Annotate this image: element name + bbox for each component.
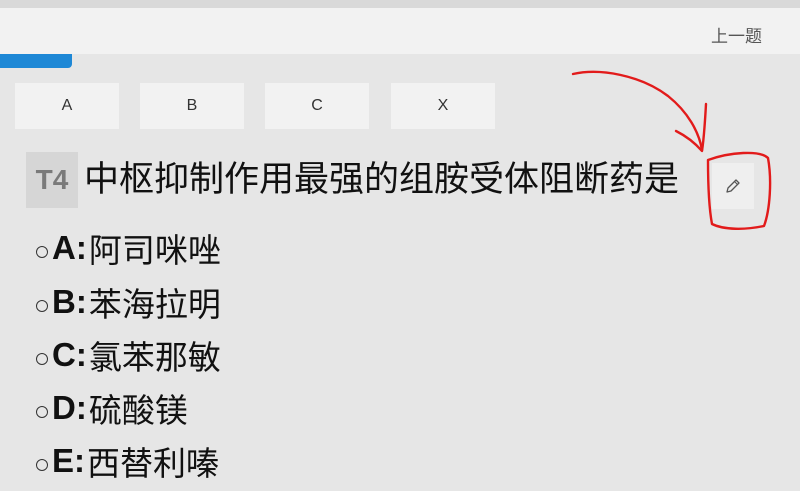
choice-c[interactable]: C: 氯苯那敏 xyxy=(36,331,221,379)
choice-letter: E: xyxy=(52,442,85,479)
radio-circle-icon[interactable] xyxy=(36,246,48,258)
radio-circle-icon[interactable] xyxy=(36,406,48,418)
edit-button[interactable] xyxy=(712,163,754,209)
choice-letter: A: xyxy=(52,229,87,266)
choice-text: 硫酸镁 xyxy=(88,391,188,430)
choice-text: 西替利嗪 xyxy=(87,444,219,483)
option-tab-x[interactable]: X xyxy=(391,83,495,129)
choice-letter: D: xyxy=(52,389,87,426)
option-tab-a[interactable]: A xyxy=(15,83,119,129)
radio-circle-icon[interactable] xyxy=(36,300,48,312)
window-top-strip xyxy=(0,0,800,8)
choice-text: 苯海拉明 xyxy=(88,285,221,324)
choice-a[interactable]: A: 阿司咪唑 xyxy=(36,224,221,272)
top-bar: 上一题 xyxy=(0,8,800,54)
choice-text: 阿司咪唑 xyxy=(88,231,221,270)
choice-letter: C: xyxy=(52,336,87,373)
option-tab-b[interactable]: B xyxy=(140,83,244,129)
choice-text: 氯苯那敏 xyxy=(88,338,221,377)
choice-d[interactable]: D: 硫酸镁 xyxy=(36,384,188,432)
choice-letter: B: xyxy=(52,283,87,320)
question-number: T4 xyxy=(26,152,78,208)
radio-circle-icon[interactable] xyxy=(36,459,48,471)
choice-b[interactable]: B: 苯海拉明 xyxy=(36,278,221,326)
previous-question-button[interactable]: 上一题 xyxy=(711,22,762,47)
choice-e[interactable]: E: 西替利嗪 xyxy=(36,437,219,485)
option-tab-c[interactable]: C xyxy=(265,83,369,129)
annotation-arrow-icon xyxy=(571,70,704,152)
pencil-icon xyxy=(726,179,740,193)
progress-indicator xyxy=(0,54,72,68)
radio-circle-icon[interactable] xyxy=(36,353,48,365)
question-text: 中枢抑制作用最强的组胺受体阻断药是 xyxy=(84,160,680,200)
